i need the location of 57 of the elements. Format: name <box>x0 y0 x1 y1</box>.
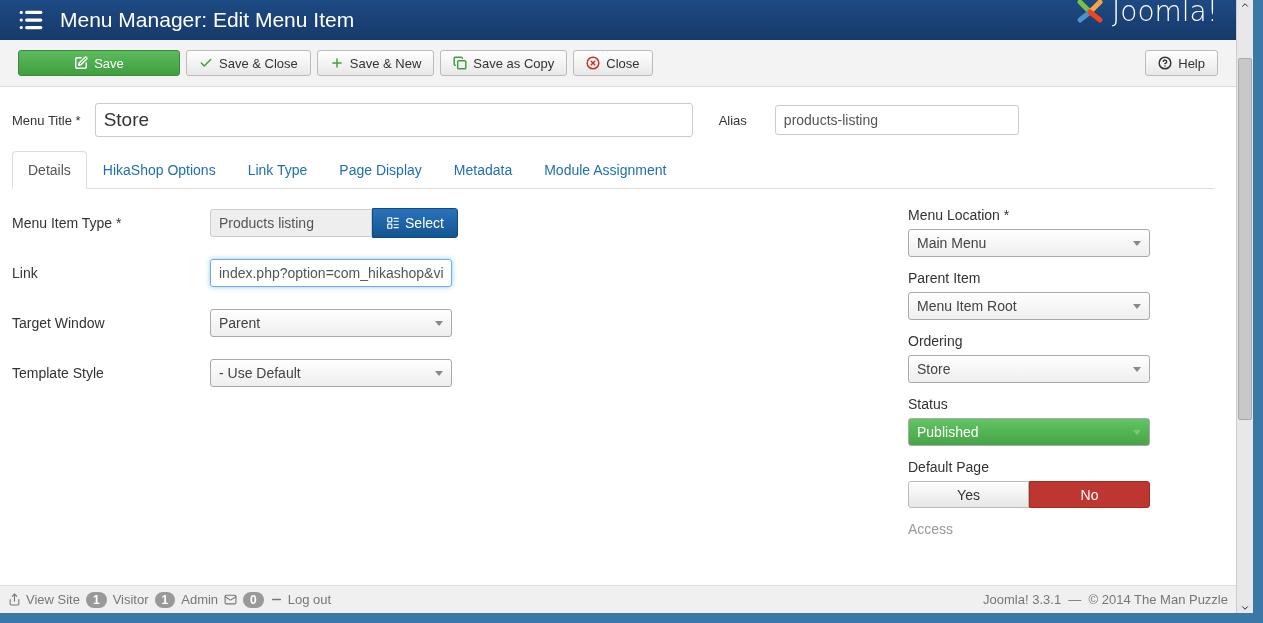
select-dropdown[interactable]: Menu Item Root <box>908 292 1150 320</box>
field-label: Alias <box>718 112 747 128</box>
field-label: Access <box>908 521 955 537</box>
help-button[interactable]: Help <box>1145 50 1218 76</box>
close-icon <box>586 56 601 70</box>
scroll-up-icon[interactable] <box>1240 0 1250 10</box>
admin-count: 1 <box>154 591 176 608</box>
toolbar-button[interactable]: Save as Copy <box>440 50 568 76</box>
field-label: Menu Title * <box>12 112 81 128</box>
view-site-link[interactable]: View Site <box>8 592 80 607</box>
share-icon <box>8 593 21 606</box>
check-icon <box>199 56 213 70</box>
edit-icon <box>74 56 89 70</box>
toolbar-button[interactable]: Save & Close <box>186 50 311 76</box>
field-label: Link <box>12 265 39 281</box>
tab[interactable]: Details <box>12 151 87 189</box>
tab[interactable]: Module Assignment <box>528 151 683 188</box>
field-label: Menu Location * <box>908 207 1011 223</box>
tab[interactable]: Link Type <box>231 151 324 188</box>
visitor-label: Visitor <box>112 592 149 607</box>
message-count: 0 <box>243 591 264 608</box>
menu-title-field[interactable]: Store <box>94 103 693 137</box>
field-label: Target Window <box>12 315 106 331</box>
logo-text: Joomla! <box>1112 0 1218 28</box>
field-label: Ordering <box>908 333 964 349</box>
select-dropdown[interactable]: Parent <box>210 309 452 337</box>
field-label: Template Style <box>12 365 105 381</box>
toolbar-button[interactable]: Save & New <box>316 50 435 76</box>
visitor-count: 1 <box>85 591 107 608</box>
scroll-down-icon[interactable] <box>1240 603 1250 613</box>
select-dropdown[interactable]: - Use Default <box>210 359 452 387</box>
scrollbar[interactable] <box>1236 0 1253 613</box>
help-icon <box>1158 56 1173 70</box>
field-label: Parent Item <box>908 270 982 286</box>
menu-item-type-field: Products listing <box>210 209 372 237</box>
field-label: Status <box>908 396 949 412</box>
mail-icon <box>224 593 238 606</box>
page-title: Menu Manager: Edit Menu Item <box>60 8 356 32</box>
list-icon <box>386 216 401 230</box>
alias-field[interactable]: products-listing <box>774 105 1019 135</box>
select-dropdown[interactable]: Main Menu <box>908 229 1150 257</box>
field-label: Default Page <box>908 459 990 475</box>
tab[interactable]: HikaShop Options <box>86 151 232 188</box>
admin-label: Admin <box>181 592 219 607</box>
logout-link[interactable]: Log out <box>269 592 332 607</box>
select-button[interactable]: Select <box>372 208 458 238</box>
copyright-text: Joomla! 3.3.1 — © 2014 The Man Puzzle <box>983 592 1228 607</box>
copy-icon <box>453 56 468 70</box>
plus-icon <box>329 56 344 70</box>
toggle-option[interactable]: No <box>1029 481 1150 508</box>
link-field[interactable]: index.php?option=com_hikashop&vi <box>210 259 452 287</box>
tab[interactable]: Page Display <box>323 151 438 188</box>
toolbar-button[interactable]: Close <box>573 50 653 76</box>
tab[interactable]: Metadata <box>437 151 529 188</box>
toggle-option[interactable]: Yes <box>908 481 1029 508</box>
select-dropdown[interactable]: Store <box>908 355 1150 383</box>
field-label: Menu Item Type * <box>12 215 123 231</box>
